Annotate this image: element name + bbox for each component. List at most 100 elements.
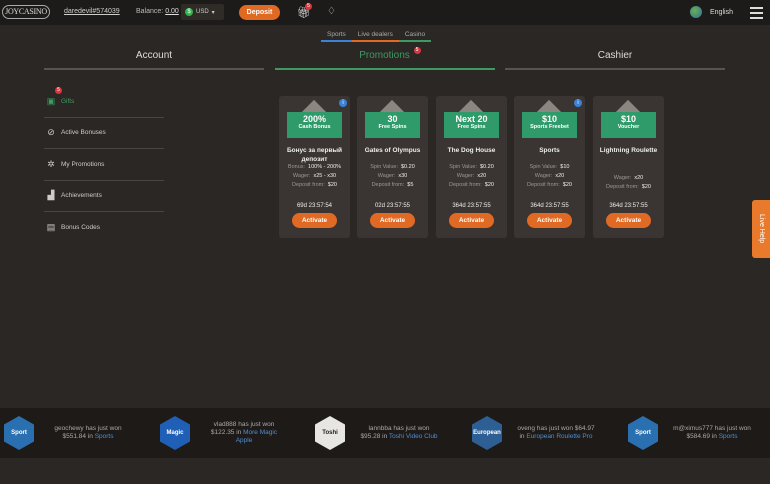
- recent-winners-bar: Sport geochewy has just won $551.84 in S…: [0, 408, 770, 458]
- tab-cashier[interactable]: Cashier: [505, 50, 725, 70]
- bonus-banner: $10Voucher: [601, 112, 656, 138]
- row-value: $0.20: [480, 164, 494, 170]
- sidebar: ▣5Gifts ⊘Active Bonuses ✲My Promotions ▟…: [44, 86, 164, 244]
- winner-item[interactable]: Magic vlad888 has just won $122.35 in Mo…: [160, 416, 284, 450]
- row-label: Deposit from:: [527, 182, 560, 188]
- winner-item[interactable]: Sport m@ximus777 has just won $584.69 in…: [628, 416, 752, 450]
- bonus-timer: 364d 23:57:55: [514, 203, 585, 209]
- balance-value[interactable]: 0.00: [165, 8, 179, 15]
- activate-button[interactable]: Activate: [370, 213, 415, 228]
- game-link[interactable]: European Roulette Pro: [526, 433, 592, 440]
- sidebar-item-gifts[interactable]: ▣5Gifts: [44, 86, 164, 118]
- row-label: Spin Value:: [370, 164, 398, 170]
- game-link[interactable]: Sports: [95, 433, 114, 440]
- bonus-timer: 364d 23:57:55: [593, 203, 664, 209]
- tab-account[interactable]: Account: [44, 50, 264, 70]
- tab-label: Promotions: [359, 50, 410, 61]
- bonus-amount: 200%: [287, 114, 342, 124]
- bonus-details: Spin Value:$0.20Wager:x30Deposit from:$5: [357, 163, 428, 190]
- row-label: Bonus:: [288, 164, 305, 170]
- nav-sports[interactable]: Sports: [321, 31, 352, 42]
- tab-promotions[interactable]: Promotions 5: [275, 50, 495, 70]
- section-nav: Sports Live dealers Casino: [321, 31, 431, 42]
- winner-text: vlad888 has just won $122.35 in More Mag…: [204, 421, 284, 445]
- globe-icon[interactable]: [690, 6, 702, 18]
- currency-select[interactable]: $USD▾: [181, 4, 224, 20]
- winner-item[interactable]: Toshi lannbba has just won $95.28 in Tos…: [315, 416, 439, 450]
- card-row: Spin Value:$10: [514, 163, 585, 172]
- chart-icon: ▟: [46, 190, 56, 201]
- logo[interactable]: JOYCASINO: [2, 5, 50, 19]
- info-icon[interactable]: i: [574, 99, 582, 107]
- chevron-down-icon: ▾: [212, 9, 215, 16]
- bonus-card: $10Voucher Lightning Roulette Wager:x20D…: [593, 96, 664, 238]
- bonus-banner: $10Sports Freebet: [522, 112, 577, 138]
- game-thumbnail[interactable]: Magic: [160, 416, 190, 450]
- sidebar-item-my-promotions[interactable]: ✲My Promotions: [44, 149, 164, 181]
- card-row: Spin Value:$0.20: [436, 163, 507, 172]
- card-row: Deposit from:$20: [514, 181, 585, 190]
- card-row: Spin Value:$0.20: [357, 163, 428, 172]
- row-label: Wager:: [535, 173, 553, 179]
- activate-button[interactable]: Activate: [527, 213, 572, 228]
- sidebar-item-label: My Promotions: [61, 161, 104, 168]
- card-row: Wager:x30: [357, 172, 428, 181]
- bell-icon[interactable]: ♢: [327, 6, 336, 17]
- row-label: Wager:: [293, 173, 311, 179]
- username-link[interactable]: daredevil#574039: [64, 8, 120, 15]
- bonus-amount: 30: [365, 114, 420, 124]
- winner-text: lannbba has just won $95.28 in Toshi Vid…: [359, 425, 439, 441]
- game-link[interactable]: Toshi Video Club: [389, 433, 438, 440]
- winner-text: oveng has just won $64.97 in European Ro…: [516, 425, 596, 441]
- row-label: Spin Value:: [530, 164, 558, 170]
- game-thumbnail[interactable]: Toshi: [315, 416, 345, 450]
- game-link[interactable]: Sports: [719, 433, 738, 440]
- code-icon: ▤: [46, 222, 56, 233]
- winner-item[interactable]: European Roulette oveng has just won $64…: [472, 416, 596, 450]
- sidebar-item-label: Active Bonuses: [61, 129, 106, 136]
- bonus-title: Бонус за первый депозит: [281, 146, 348, 164]
- game-thumbnail[interactable]: Sport: [4, 416, 34, 450]
- card-row: Deposit from:$20: [593, 183, 664, 192]
- winner-text: geochewy has just won $551.84 in Sports: [48, 425, 128, 441]
- card-row: Bonus:100% - 200%: [279, 163, 350, 172]
- activate-button[interactable]: Activate: [606, 213, 651, 228]
- row-value: x20: [555, 173, 564, 179]
- gift-badge: 5: [305, 3, 312, 10]
- bonus-type: Cash Bonus: [287, 124, 342, 130]
- live-help-button[interactable]: Live Help: [752, 200, 770, 258]
- game-link[interactable]: More Magic Apple: [236, 429, 277, 444]
- row-value: $5: [407, 182, 413, 188]
- hamburger-menu-icon[interactable]: [750, 7, 763, 22]
- activate-button[interactable]: Activate: [292, 213, 337, 228]
- winner-item[interactable]: Sport geochewy has just won $551.84 in S…: [4, 416, 128, 450]
- card-row: Deposit from:$5: [357, 181, 428, 190]
- bonus-type: Free Spins: [444, 124, 499, 130]
- dollar-icon: $: [185, 8, 193, 16]
- activate-button[interactable]: Activate: [449, 213, 494, 228]
- bonus-card: i $10Sports Freebet Sports Spin Value:$1…: [514, 96, 585, 238]
- info-icon[interactable]: i: [339, 99, 347, 107]
- promotions-badge: 5: [414, 47, 421, 54]
- gift-icon[interactable]: 🎁︎5: [297, 6, 311, 19]
- row-label: Deposit from:: [372, 182, 405, 188]
- row-value: $20: [328, 182, 337, 188]
- nav-live-dealers[interactable]: Live dealers: [352, 31, 399, 42]
- game-thumbnail[interactable]: European Roulette: [472, 416, 502, 450]
- nav-casino[interactable]: Casino: [399, 31, 431, 42]
- sidebar-item-achievements[interactable]: ▟ Achievements: [44, 181, 164, 213]
- sidebar-item-active-bonuses[interactable]: ⊘Active Bonuses: [44, 118, 164, 150]
- bonus-amount: Next 20: [444, 114, 499, 124]
- bonus-banner: Next 20Free Spins: [444, 112, 499, 138]
- deposit-button[interactable]: Deposit: [239, 5, 280, 20]
- row-value: x20: [477, 173, 486, 179]
- language-select[interactable]: English: [710, 9, 733, 16]
- currency-value: USD: [196, 9, 209, 15]
- game-thumbnail[interactable]: Sport: [628, 416, 658, 450]
- sidebar-item-bonus-codes[interactable]: ▤Bonus Codes: [44, 212, 164, 244]
- card-row: Deposit from:$20: [279, 181, 350, 190]
- sidebar-item-label: Achievements: [61, 192, 102, 199]
- bonus-details: Spin Value:$0.20Wager:x20Deposit from:$2…: [436, 163, 507, 190]
- row-label: Deposit from:: [606, 184, 639, 190]
- bonus-timer: 364d 23:57:55: [436, 203, 507, 209]
